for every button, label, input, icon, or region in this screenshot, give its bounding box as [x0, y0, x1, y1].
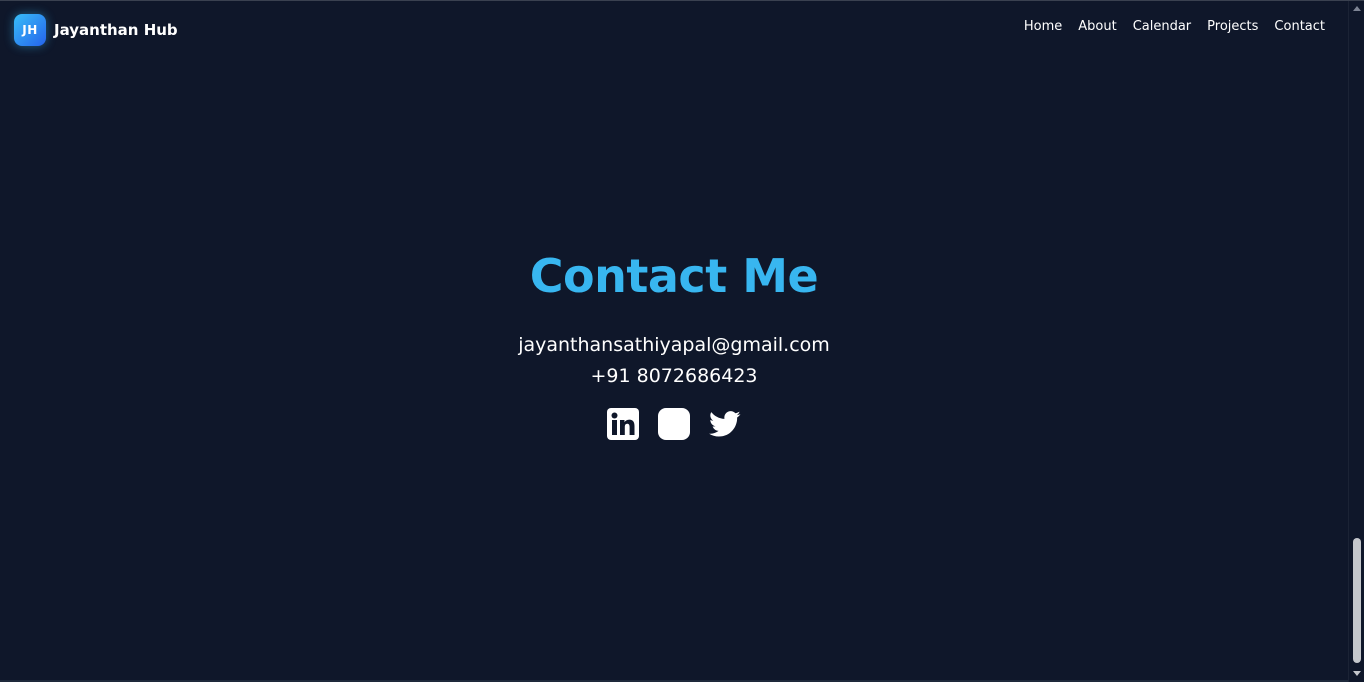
nav-contact[interactable]: Contact	[1274, 19, 1325, 34]
brand-name: Jayanthan Hub	[54, 20, 178, 39]
contact-email[interactable]: jayanthansathiyapal@gmail.com	[0, 331, 1348, 359]
main-nav: Home About Calendar Projects Contact	[1024, 19, 1325, 34]
scroll-down-arrow-icon[interactable]	[1353, 671, 1361, 676]
nav-projects[interactable]: Projects	[1207, 19, 1258, 34]
scroll-up-arrow-icon[interactable]	[1353, 6, 1361, 11]
contact-section: Contact Me jayanthansathiyapal@gmail.com…	[0, 241, 1348, 440]
scrollbar-thumb[interactable]	[1353, 538, 1361, 663]
nav-about[interactable]: About	[1078, 19, 1116, 34]
linkedin-icon	[607, 408, 639, 440]
site-header: JH Jayanthan Hub Home About Calendar Pro…	[0, 1, 1348, 59]
vertical-scrollbar[interactable]	[1348, 1, 1364, 682]
twitter-link[interactable]	[709, 408, 741, 440]
twitter-icon	[709, 411, 741, 437]
instagram-icon	[658, 408, 690, 440]
instagram-link[interactable]	[658, 408, 690, 440]
contact-title: Contact Me	[529, 249, 819, 303]
social-links	[0, 408, 1348, 440]
page: JH Jayanthan Hub Home About Calendar Pro…	[0, 0, 1364, 682]
linkedin-link[interactable]	[607, 408, 639, 440]
brand-link[interactable]: JH Jayanthan Hub	[14, 13, 178, 46]
nav-calendar[interactable]: Calendar	[1133, 19, 1191, 34]
contact-phone[interactable]: +91 8072686423	[0, 362, 1348, 390]
nav-home[interactable]: Home	[1024, 19, 1062, 34]
logo-badge: JH	[14, 13, 46, 46]
